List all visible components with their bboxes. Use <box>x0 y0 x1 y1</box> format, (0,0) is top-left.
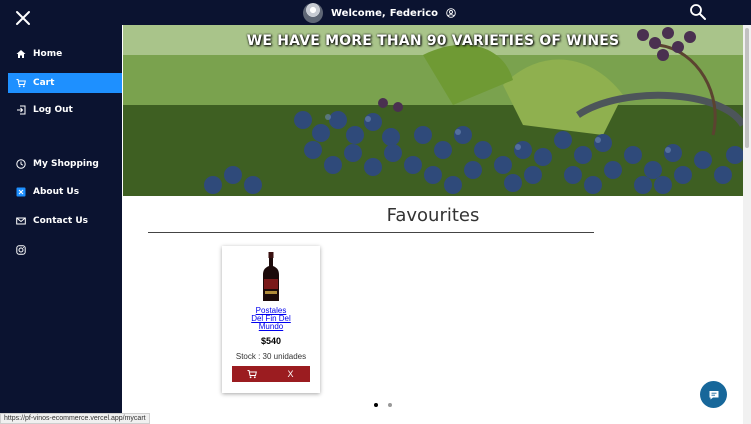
sidebar-item-label: About Us <box>33 187 80 197</box>
sidebar-item-about-us[interactable]: About Us <box>8 182 122 202</box>
grapes-image <box>123 25 743 196</box>
clock-icon <box>16 159 26 169</box>
sidebar-item-instagram[interactable] <box>8 240 122 260</box>
welcome-area: Welcome, Federico <box>303 1 456 25</box>
sidebar-item-label: My Shopping <box>33 159 99 169</box>
section-title: Favourites <box>386 205 480 226</box>
sidebar: Home Cart Log Out My Shopping About Us C… <box>0 25 122 424</box>
remove-favourite-button[interactable]: X <box>271 366 310 382</box>
product-stock: Stock : 30 unidades <box>235 352 307 361</box>
hero-title: WE HAVE MORE THAN 90 VARIETIES OF WINES <box>246 33 620 49</box>
pagination-dot[interactable] <box>388 403 392 407</box>
sidebar-item-label: Cart <box>33 78 55 88</box>
product-name-link[interactable]: Postales Del Fin Del Mundo <box>222 307 320 331</box>
logout-icon <box>17 105 26 115</box>
sidebar-item-my-shopping[interactable]: My Shopping <box>8 154 122 174</box>
product-price: $540 <box>260 336 282 346</box>
sidebar-item-label: Contact Us <box>33 216 89 226</box>
add-to-cart-button[interactable] <box>232 366 271 382</box>
sidebar-item-cart[interactable]: Cart <box>8 73 122 93</box>
chat-icon <box>709 390 718 399</box>
sidebar-item-logout[interactable]: Log Out <box>8 100 122 120</box>
pagination-dot[interactable] <box>374 403 378 407</box>
product-name-line[interactable]: Mundo <box>222 323 320 331</box>
sidebar-item-contact-us[interactable]: Contact Us <box>8 211 122 231</box>
pagination-dots <box>374 403 392 407</box>
chat-button[interactable] <box>700 381 727 408</box>
search-icon[interactable] <box>689 3 707 21</box>
home-icon <box>16 50 26 58</box>
cart-icon <box>16 79 26 88</box>
sidebar-item-label: Home <box>33 49 63 59</box>
divider <box>148 232 594 233</box>
scrollbar-thumb[interactable] <box>745 28 749 148</box>
cart-icon <box>247 370 257 379</box>
mail-icon <box>16 217 26 225</box>
user-name: Federico <box>389 7 438 19</box>
user-circle-icon[interactable] <box>446 8 456 18</box>
sidebar-item-label: Log Out <box>33 105 73 115</box>
avatar[interactable] <box>303 3 323 23</box>
top-header: Welcome, Federico <box>0 0 751 25</box>
card-actions: X <box>232 366 310 382</box>
info-icon <box>16 187 26 197</box>
welcome-label: Welcome, <box>331 7 386 19</box>
hero-banner: WE HAVE MORE THAN 90 VARIETIES OF WINES <box>123 25 743 196</box>
status-bar-url: https://pf-vinos-ecommerce.vercel.app/my… <box>0 413 150 424</box>
wine-bottle-image[interactable] <box>260 252 282 302</box>
instagram-icon <box>16 245 26 255</box>
product-card: Postales Del Fin Del Mundo $540 Stock : … <box>222 246 320 393</box>
sidebar-item-home[interactable]: Home <box>8 44 122 64</box>
